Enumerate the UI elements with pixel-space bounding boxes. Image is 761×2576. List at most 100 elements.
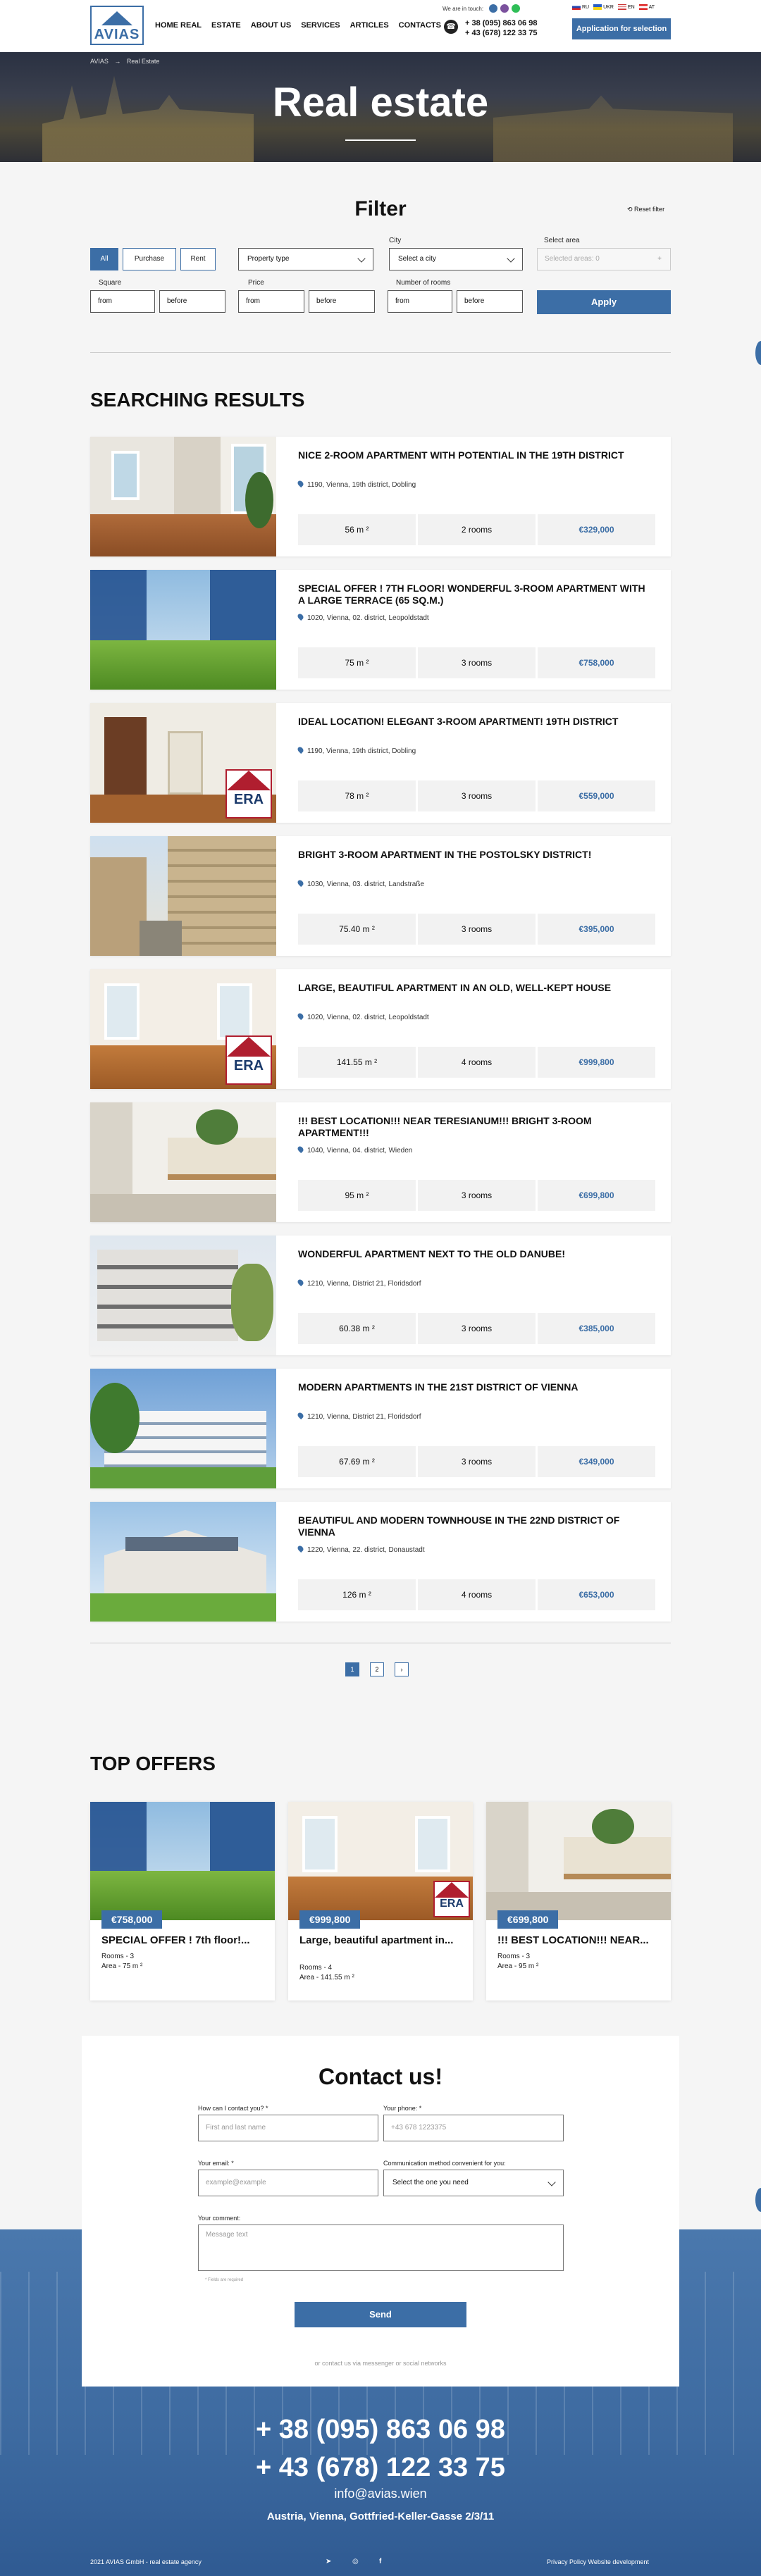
property-title[interactable]: LARGE, BEAUTIFUL APARTMENT IN AN OLD, WE… <box>298 982 650 994</box>
header-phone-2[interactable]: + 43 (678) 122 33 75 <box>465 28 537 38</box>
offer-photo[interactable] <box>90 1802 275 1920</box>
rooms-from[interactable]: from <box>388 290 452 313</box>
offer-card[interactable]: ERA €999,800 Large, beautiful apartment in… <box>288 1802 473 2001</box>
property-photo[interactable]: ERA <box>90 969 276 1089</box>
page-next[interactable]: › <box>395 1662 409 1676</box>
flag-ru-icon <box>572 4 581 10</box>
price-from[interactable]: from <box>238 290 304 313</box>
logo[interactable]: AVIAS <box>90 6 144 45</box>
email-input[interactable]: example@example <box>198 2170 378 2196</box>
offer-photo[interactable]: ERA <box>288 1802 473 1920</box>
result-card[interactable]: SPECIAL OFFER ! 7TH FLOOR! WONDERFUL 3-R… <box>90 570 671 690</box>
rooms-before[interactable]: before <box>457 290 523 313</box>
area-select[interactable]: Selected areas: 0 + <box>537 248 671 270</box>
telegram-icon[interactable]: ➤ <box>326 2558 331 2565</box>
nav-services[interactable]: SERVICES <box>301 21 340 30</box>
method-select[interactable]: Select the one you need <box>383 2170 564 2196</box>
property-photo[interactable] <box>90 1236 276 1355</box>
lang-en[interactable]: EN <box>617 4 635 10</box>
email-label: Your email: * <box>198 2160 234 2167</box>
results-title: SEARCHING RESULTS <box>90 389 305 411</box>
type-all[interactable]: All <box>90 248 118 270</box>
price-before[interactable]: before <box>309 290 375 313</box>
property-title[interactable]: BEAUTIFUL AND MODERN TOWNHOUSE IN THE 22… <box>298 1514 650 1538</box>
property-photo[interactable] <box>90 570 276 690</box>
city-select[interactable]: Select a city <box>389 248 523 270</box>
breadcrumb-home[interactable]: AVIAS <box>90 58 109 65</box>
property-area: 95 m ² <box>298 1180 416 1211</box>
offer-title[interactable]: !!! BEST LOCATION!!! NEAR... <box>497 1934 660 1946</box>
type-purchase[interactable]: Purchase <box>123 248 176 270</box>
footer-phone-2[interactable]: + 43 (678) 122 33 75 <box>0 2453 761 2483</box>
plus-icon: + <box>657 255 662 263</box>
result-card[interactable]: WONDERFUL APARTMENT NEXT TO THE OLD DANU… <box>90 1236 671 1355</box>
property-photo[interactable]: ERA <box>90 703 276 823</box>
property-photo[interactable] <box>90 1502 276 1622</box>
comment-textarea[interactable]: Message text <box>198 2225 564 2271</box>
result-card[interactable]: ERA LARGE, BEAUTIFUL APARTMENT IN AN OLD,… <box>90 969 671 1089</box>
offer-title[interactable]: SPECIAL OFFER ! 7th floor!... <box>101 1934 264 1946</box>
offer-card[interactable]: €699,800 !!! BEST LOCATION!!! NEAR... Room… <box>486 1802 671 2001</box>
property-address: 1030, Vienna, 03. district, Landstraße <box>296 878 424 888</box>
nav-articles[interactable]: ARTICLES <box>350 21 389 30</box>
hero-banner: AVIAS → Real Estate Real estate <box>0 52 761 162</box>
lang-ukr[interactable]: UKR <box>593 4 614 10</box>
property-photo[interactable] <box>90 437 276 556</box>
square-from[interactable]: from <box>90 290 155 313</box>
footer-links[interactable]: Privacy Policy Website development <box>547 2558 649 2565</box>
footer-phone-1[interactable]: + 38 (095) 863 06 98 <box>0 2415 761 2445</box>
page-2[interactable]: 2 <box>370 1662 384 1676</box>
name-input[interactable]: First and last name <box>198 2115 378 2141</box>
apply-filter-button[interactable]: Apply <box>537 290 671 314</box>
property-photo[interactable] <box>90 836 276 956</box>
footer-email[interactable]: info@avias.wien <box>0 2487 761 2501</box>
offer-card[interactable]: €758,000 SPECIAL OFFER ! 7th floor!... Roo… <box>90 1802 275 2001</box>
property-address: 1040, Vienna, 04. district, Wieden <box>296 1145 412 1155</box>
nav-contacts[interactable]: CONTACTS <box>399 21 441 30</box>
property-title[interactable]: MODERN APARTMENTS IN THE 21ST DISTRICT O… <box>298 1381 650 1393</box>
viber-icon[interactable] <box>500 4 509 13</box>
result-card[interactable]: BEAUTIFUL AND MODERN TOWNHOUSE IN THE 22… <box>90 1502 671 1622</box>
application-button[interactable]: Application for selection <box>572 18 671 39</box>
property-photo[interactable] <box>90 1369 276 1488</box>
type-rent[interactable]: Rent <box>180 248 216 270</box>
result-card[interactable]: !!! BEST LOCATION!!! NEAR TERESIANUM!!! … <box>90 1102 671 1222</box>
square-before[interactable]: before <box>159 290 225 313</box>
phone-input[interactable]: +43 678 1223375 <box>383 2115 564 2141</box>
page-1[interactable]: 1 <box>345 1662 359 1676</box>
lang-ru[interactable]: RU <box>572 4 589 10</box>
area-value: Selected areas: 0 <box>545 255 600 263</box>
nav-estate[interactable]: ESTATE <box>211 21 241 30</box>
property-area: 141.55 m ² <box>298 1047 416 1078</box>
result-card[interactable]: NICE 2-ROOM APARTMENT WITH POTENTIAL IN … <box>90 437 671 556</box>
lang-at[interactable]: AT <box>638 4 655 10</box>
header-phone-1[interactable]: + 38 (095) 863 06 98 <box>465 18 537 28</box>
telegram-icon[interactable] <box>489 4 497 13</box>
result-card[interactable]: MODERN APARTMENTS IN THE 21ST DISTRICT O… <box>90 1369 671 1488</box>
offer-photo[interactable] <box>486 1802 671 1920</box>
send-button[interactable]: Send <box>295 2302 466 2327</box>
property-type-select[interactable]: Property type <box>238 248 373 270</box>
offer-title[interactable]: Large, beautiful apartment in... <box>299 1934 462 1946</box>
reset-filter[interactable]: ⟲ Reset filter <box>627 206 664 213</box>
property-title[interactable]: BRIGHT 3-ROOM APARTMENT IN THE POSTOLSKY… <box>298 849 650 861</box>
property-area: 67.69 m ² <box>298 1446 416 1477</box>
property-title[interactable]: !!! BEST LOCATION!!! NEAR TERESIANUM!!! … <box>298 1115 650 1139</box>
nav-home-real[interactable]: HOME REAL <box>155 21 202 30</box>
property-title[interactable]: WONDERFUL APARTMENT NEXT TO THE OLD DANU… <box>298 1248 650 1260</box>
property-photo[interactable] <box>90 1102 276 1222</box>
whatsapp-icon[interactable] <box>512 4 520 13</box>
property-title[interactable]: SPECIAL OFFER ! 7TH FLOOR! WONDERFUL 3-R… <box>298 583 650 606</box>
facebook-icon[interactable]: f <box>379 2558 381 2565</box>
property-title[interactable]: IDEAL LOCATION! ELEGANT 3-ROOM APARTMENT… <box>298 716 650 728</box>
chevron-down-icon <box>357 254 366 263</box>
property-price: €699,800 <box>538 1180 655 1211</box>
result-card[interactable]: ERA IDEAL LOCATION! ELEGANT 3-ROOM APARTM… <box>90 703 671 823</box>
property-title[interactable]: NICE 2-ROOM APARTMENT WITH POTENTIAL IN … <box>298 449 650 461</box>
result-card[interactable]: BRIGHT 3-ROOM APARTMENT IN THE POSTOLSKY… <box>90 836 671 956</box>
nav-about-us[interactable]: ABOUT US <box>251 21 291 30</box>
property-price: €559,000 <box>538 780 655 811</box>
side-widget-button[interactable] <box>755 341 761 365</box>
side-widget-button-2[interactable] <box>755 2188 761 2212</box>
instagram-icon[interactable]: ◎ <box>352 2558 359 2565</box>
